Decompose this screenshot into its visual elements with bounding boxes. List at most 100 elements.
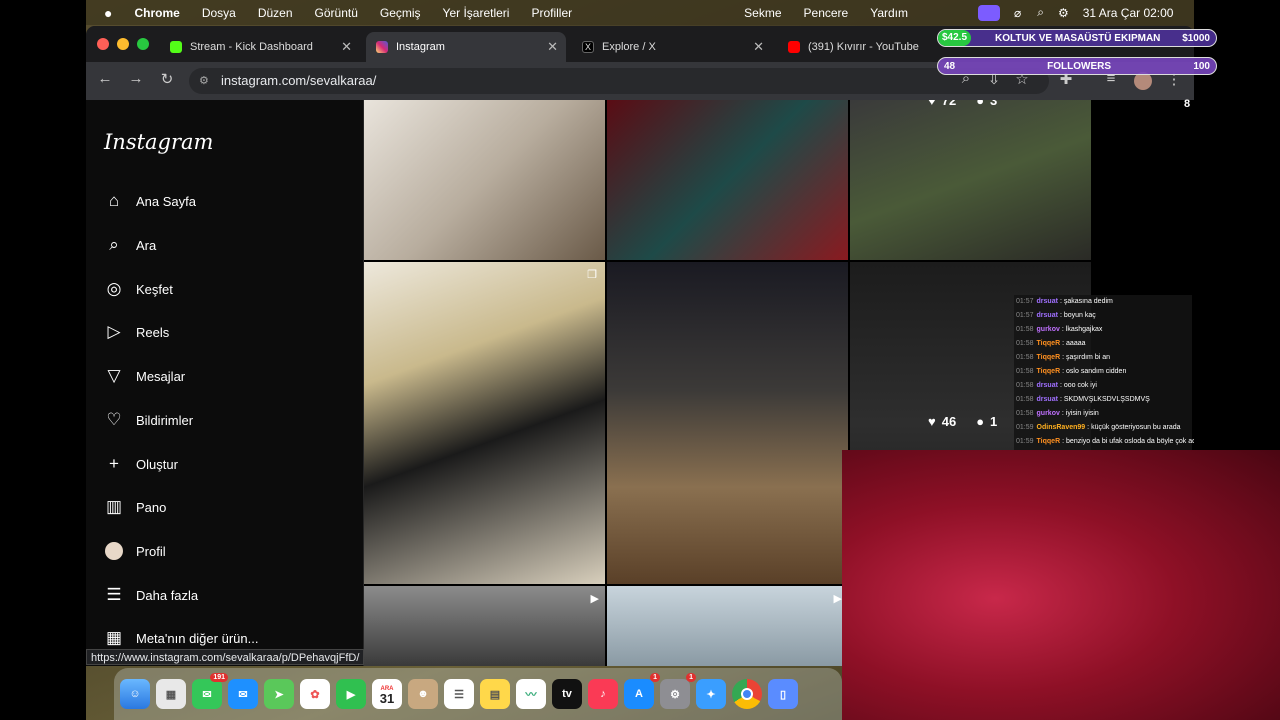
nav-kesfet[interactable]: ◎ Keşfet <box>104 274 344 304</box>
wifi-off-icon[interactable]: ⌀ <box>1014 6 1021 20</box>
nav-daha-fazla[interactable]: ☰ Daha fazla <box>104 580 344 610</box>
chrome-icon[interactable] <box>732 679 762 709</box>
tab-kick-dashboard[interactable]: Stream - Kick Dashboard ✕ <box>160 32 360 62</box>
apple-tv-icon[interactable]: tv <box>552 679 582 709</box>
post-thumbnail[interactable]: ▶ <box>364 586 605 666</box>
menu-pencere[interactable]: Pencere <box>804 6 849 20</box>
chat-text: benziyo da bi ufak osloda da böyle çok a… <box>1066 438 1194 445</box>
minimize-window-button[interactable] <box>117 38 129 50</box>
safari-icon[interactable]: ✦ <box>696 679 726 709</box>
menu-yardim[interactable]: Yardım <box>870 6 908 20</box>
calendar-icon[interactable]: ARA 31 <box>372 679 402 709</box>
iphone-mirroring-icon[interactable]: ▯ <box>768 679 798 709</box>
chat-username[interactable]: TiqqeR <box>1037 340 1061 347</box>
chat-message: 01:57 drsuat: şakasına dedim <box>1014 295 1192 309</box>
photos-icon[interactable]: ✿ <box>300 679 330 709</box>
macos-menubar: ● Chrome Dosya Düzen Görüntü Geçmiş Yer … <box>86 0 1194 25</box>
chat-username[interactable]: drsuat <box>1037 312 1058 319</box>
post-thumbnail[interactable]: ▶ <box>607 586 848 666</box>
chat-username[interactable]: TiqqeR <box>1037 368 1061 375</box>
maps-icon[interactable]: ➤ <box>264 679 294 709</box>
system-settings-icon[interactable]: ⚙ 1 <box>660 673 696 709</box>
close-tab-icon[interactable]: ✕ <box>547 39 558 55</box>
chat-timestamp: 01:59 <box>1016 438 1034 445</box>
comment-icon: ● <box>976 100 985 108</box>
chat-username[interactable]: OdinsRaven99 <box>1037 424 1086 431</box>
notes-icon[interactable]: ▤ <box>480 679 510 709</box>
zoom-window-button[interactable] <box>137 38 149 50</box>
tab-youtube[interactable]: (391) Kıvırır - YouTube <box>778 32 938 62</box>
site-info-icon[interactable]: ⚙ <box>199 68 209 94</box>
plus-icon: + <box>109 454 119 473</box>
menubar-clock[interactable]: 31 Ara Çar 02:00 <box>1083 6 1174 20</box>
chat-timestamp: 01:58 <box>1016 410 1034 417</box>
menu-duzen[interactable]: Düzen <box>258 6 293 20</box>
instagram-logo[interactable]: Instagram <box>104 130 213 154</box>
chat-username[interactable]: TiqqeR <box>1037 354 1061 361</box>
post-thumbnail[interactable] <box>607 262 848 584</box>
nav-reels[interactable]: ▷ Reels <box>104 317 344 347</box>
followers-current: 48 <box>944 60 956 72</box>
tab-title: (391) Kıvırır - YouTube <box>808 41 919 53</box>
chat-username[interactable]: gurkov <box>1037 326 1060 333</box>
finder-icon[interactable]: ☺ <box>120 679 150 709</box>
chat-username[interactable]: TiqqeR <box>1037 438 1061 445</box>
nav-pano[interactable]: ▥ Pano <box>104 492 344 522</box>
menu-goruntu[interactable]: Görüntü <box>315 6 358 20</box>
chat-username[interactable]: drsuat <box>1037 382 1058 389</box>
tab-x-explore[interactable]: X Explore / X ✕ <box>572 32 772 62</box>
chat-message: 01:58 drsuat: SKDMVŞLKSDVLŞSDMVŞ <box>1014 393 1192 407</box>
address-bar[interactable]: ⚙ instagram.com/sevalkaraa/ <box>189 68 1049 94</box>
tab-instagram[interactable]: Instagram ✕ <box>366 32 566 62</box>
mail-icon[interactable]: ✉ <box>228 679 258 709</box>
chat-message: 01:58 drsuat: ooo cok iyi <box>1014 379 1192 393</box>
app-menu-chrome[interactable]: Chrome <box>134 6 179 20</box>
messages-icon[interactable]: ✉ 191 <box>192 673 228 709</box>
nav-bildirimler[interactable]: ♡ Bildirimler <box>104 405 344 435</box>
post-thumbnail[interactable]: ❐ <box>364 262 605 584</box>
chat-username[interactable]: gurkov <box>1037 410 1060 417</box>
close-tab-icon[interactable]: ✕ <box>753 39 764 55</box>
nav-profil[interactable]: Profil <box>104 536 344 566</box>
menu-dosya[interactable]: Dosya <box>202 6 236 20</box>
chat-text: boyun kaç <box>1063 312 1096 319</box>
nav-olustur[interactable]: + Oluştur <box>104 449 344 479</box>
back-icon[interactable]: ← <box>95 70 115 87</box>
freeform-icon[interactable]: 〰 <box>516 679 546 709</box>
comment-count: 3 <box>990 100 998 108</box>
close-tab-icon[interactable]: ✕ <box>341 39 352 55</box>
reminders-icon[interactable]: ☰ <box>444 679 474 709</box>
post-thumbnail[interactable] <box>364 100 605 260</box>
control-center-icon[interactable]: ⚙ <box>1058 6 1069 20</box>
menu-sekme[interactable]: Sekme <box>744 6 781 20</box>
chat-username[interactable]: drsuat <box>1037 298 1058 305</box>
close-window-button[interactable] <box>97 38 109 50</box>
menu-profiller[interactable]: Profiller <box>531 6 572 20</box>
chat-text: aaaaa <box>1066 340 1086 347</box>
screen-record-icon[interactable] <box>978 4 1001 21</box>
apple-menu-icon[interactable]: ● <box>104 5 112 21</box>
app-store-icon[interactable]: A1 <box>624 673 660 709</box>
chat-text: lkashgajkax <box>1065 326 1103 333</box>
nav-ana-sayfa[interactable]: ⌂ Ana Sayfa <box>104 186 344 216</box>
instagram-sidebar: Instagram ⌂ Ana Sayfa ⌕ Ara ◎ Keşfet ▷ Reels… <box>86 100 364 666</box>
nav-ara[interactable]: ⌕ Ara <box>104 230 344 260</box>
reload-icon[interactable]: ↻ <box>157 70 177 88</box>
nav-label: Daha fazla <box>136 587 199 603</box>
chat-username[interactable]: drsuat <box>1037 396 1058 403</box>
post-thumbnail[interactable] <box>607 100 848 260</box>
launchpad-icon[interactable]: ▦ <box>156 679 186 709</box>
facetime-icon[interactable]: ▶ <box>336 679 366 709</box>
nav-label: Ana Sayfa <box>136 193 196 209</box>
contacts-icon[interactable]: ☻ <box>408 679 438 709</box>
forward-icon[interactable]: → <box>126 70 146 87</box>
spotlight-search-icon[interactable]: ⌕ <box>1037 5 1044 20</box>
menu-yer-isaretleri[interactable]: Yer İşaretleri <box>443 6 510 20</box>
menu-gecmis[interactable]: Geçmiş <box>380 6 421 20</box>
nav-mesajlar[interactable]: ▽ Mesajlar <box>104 361 344 391</box>
post-thumbnail[interactable]: ♥ 72 ● 3 <box>850 100 1091 260</box>
goal-amount: $42.5 <box>938 30 972 46</box>
like-count: 72 <box>941 100 957 108</box>
chat-message: 01:58 gurkov: lkashgajkax <box>1014 323 1192 337</box>
music-icon[interactable]: ♪ <box>588 679 618 709</box>
